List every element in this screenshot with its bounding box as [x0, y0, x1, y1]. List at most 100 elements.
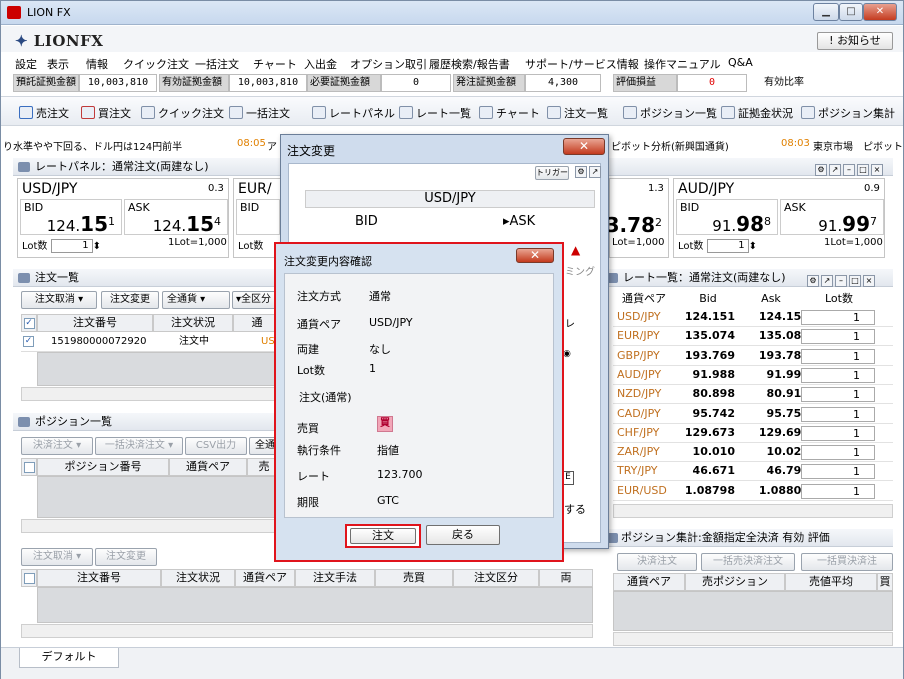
menu-qa[interactable]: Q&A [728, 56, 753, 69]
pin-icon[interactable]: ↗ [821, 275, 833, 287]
horizontal-scrollbar[interactable] [21, 387, 281, 401]
toolbar-rate-list[interactable]: レート一覧 [399, 105, 471, 121]
rate-ask[interactable]: 193.782 [743, 347, 809, 365]
rate-bid[interactable]: 95.742 [675, 405, 735, 423]
lot-input[interactable]: 1 [706, 239, 749, 253]
menu-deposit[interactable]: 入出金 [304, 56, 337, 72]
gear-icon[interactable]: ⚙ [575, 166, 587, 178]
ask-button[interactable]: ASK 91.997 [780, 199, 884, 236]
maximize-button[interactable]: □ [839, 3, 863, 21]
lot-input[interactable]: 1 [50, 239, 93, 253]
rate-ask[interactable]: 46.799 [743, 462, 809, 480]
menu-quick-order[interactable]: クイック注文 [123, 56, 189, 72]
col-hedge[interactable]: 両 [539, 569, 593, 587]
col-order-type[interactable]: 注文区分 [453, 569, 539, 587]
rate-ask[interactable]: 1.08803 [743, 482, 809, 500]
col-side[interactable]: 売買 [375, 569, 453, 587]
confirm-order-button[interactable]: 注文 [350, 528, 416, 544]
lot-input[interactable]: 1 [801, 387, 875, 403]
table-row[interactable]: TRY/JPY 46.671 46.799 1 [613, 462, 893, 482]
bid-button[interactable]: BID 124.151 [20, 199, 122, 236]
dialog-close-button[interactable]: ✕ [516, 248, 554, 263]
toolbar-chart[interactable]: チャート [479, 105, 540, 121]
change-order-button[interactable]: 注文変更 [101, 291, 159, 309]
table-row[interactable]: EUR/USD 1.08798 1.08803 1 [613, 482, 893, 501]
menu-view[interactable]: 表示 [47, 56, 69, 72]
minimize-button[interactable]: ▁ [813, 3, 839, 21]
toolbar-buy-order[interactable]: 買注文 [81, 105, 131, 121]
col-order-status[interactable]: 注文状況 [153, 314, 233, 332]
table-row[interactable]: USD/JPY 124.151 124.154 1 [613, 308, 893, 327]
currency-filter-select[interactable]: 全通貨 ▾ [162, 291, 230, 309]
radio-fragment-icon[interactable]: ◉ [563, 349, 571, 359]
rate-bid[interactable]: 1.08798 [675, 482, 735, 500]
lot-input[interactable]: 1 [801, 464, 875, 480]
close-icon[interactable]: × [871, 164, 883, 176]
table-row[interactable]: ✓ 151980000072920 注文中 US [21, 332, 281, 352]
bid-button[interactable]: BID [236, 199, 280, 235]
lot-input[interactable]: 1 [801, 367, 875, 383]
tab-default[interactable]: デフォルト [19, 648, 119, 668]
bid-button[interactable]: BID 91.988 [676, 199, 778, 236]
rate-bid[interactable]: 129.673 [675, 424, 735, 442]
rate-ask[interactable]: 10.024 [743, 443, 809, 461]
ticker-news-right[interactable]: ピボット分析(新興国通貨) [611, 138, 729, 153]
col-sell-position[interactable]: 売ポジション [685, 573, 785, 591]
select-all-checkbox[interactable]: ✓ [21, 314, 37, 332]
col-position-no[interactable]: ポジション番号 [37, 458, 169, 476]
gear-icon[interactable]: ⚙ [815, 164, 827, 176]
toolbar-sell-order[interactable]: 売注文 [19, 105, 69, 121]
col-bid[interactable]: Bid [675, 290, 741, 308]
close-order-button[interactable]: 決済注文 [617, 553, 697, 571]
maximize-icon[interactable]: □ [857, 164, 869, 176]
minimize-icon[interactable]: – [843, 164, 855, 176]
table-row[interactable]: CHF/JPY 129.673 129.691 1 [613, 424, 893, 443]
rate-bid[interactable]: 193.769 [675, 347, 735, 365]
gear-icon[interactable]: ⚙ [807, 275, 819, 287]
table-row[interactable]: AUD/JPY 91.988 91.997 1 [613, 366, 893, 385]
lot-input[interactable]: 1 [801, 445, 875, 461]
bulk-sell-close-button[interactable]: 一括売決済注文 [701, 553, 795, 571]
dialog-close-button[interactable]: ✕ [563, 138, 605, 155]
col-order-no[interactable]: 注文番号 [37, 569, 161, 587]
pin-icon[interactable]: ↗ [829, 164, 841, 176]
horizontal-scrollbar[interactable] [613, 632, 893, 646]
rate-ask[interactable]: 80.913 [743, 385, 809, 403]
lot-input[interactable]: 1 [801, 348, 875, 364]
lot-input[interactable]: 1 [801, 310, 875, 325]
minimize-icon[interactable]: – [835, 275, 847, 287]
bulk-buy-close-button[interactable]: 一括買決済注 [801, 553, 893, 571]
select-all-checkbox[interactable] [21, 458, 37, 476]
lot-input[interactable]: 1 [801, 483, 875, 499]
cancel-order-button[interactable]: 注文取消 ▾ [21, 291, 97, 309]
lot-input[interactable]: 1 [801, 425, 875, 441]
ticker-news-left[interactable]: り水準やや下回る、ドル円は124円前半 [3, 138, 182, 153]
ask-button[interactable]: ASK 124.154 [124, 199, 228, 236]
rate-bid[interactable]: 124.151 [675, 308, 735, 326]
col-pair[interactable]: 通貨ペア [235, 569, 295, 587]
toolbar-margin-status[interactable]: 証拠金状況 [721, 105, 793, 121]
notice-button[interactable]: ! お知らせ [817, 32, 893, 50]
col-pair[interactable]: 通貨ペア [613, 573, 685, 591]
lot-input[interactable]: 1 [801, 406, 875, 422]
bulk-close-button[interactable]: 一括決済注文 ▾ [95, 437, 183, 455]
rate-bid[interactable]: 135.074 [675, 327, 735, 345]
rate-bid[interactable]: 80.898 [675, 385, 735, 403]
rate-bid[interactable]: 46.671 [675, 462, 735, 480]
horizontal-scrollbar[interactable] [21, 624, 593, 638]
lot-input[interactable]: 1 [801, 329, 875, 345]
csv-export-button[interactable]: CSV出力 [185, 437, 247, 455]
change-order-button[interactable]: 注文変更 [95, 548, 157, 566]
toolbar-quick-order[interactable]: クイック注文 [141, 105, 224, 121]
close-position-button[interactable]: 決済注文 ▾ [21, 437, 93, 455]
horizontal-scrollbar[interactable] [21, 519, 281, 533]
col-order-no[interactable]: 注文番号 [37, 314, 153, 332]
menu-settings[interactable]: 設定 [15, 56, 37, 72]
tab-timing-fragment[interactable]: ミング [565, 263, 595, 278]
col-pair[interactable]: 通貨ペア [169, 458, 247, 476]
trigger-button[interactable]: トリガー [535, 166, 569, 180]
col-pair[interactable]: 通貨ペア [613, 290, 675, 308]
pin-icon[interactable]: ↗ [589, 166, 601, 178]
toolbar-position-summary[interactable]: ポジション集計 [801, 105, 895, 121]
select-all-checkbox[interactable] [21, 569, 37, 587]
